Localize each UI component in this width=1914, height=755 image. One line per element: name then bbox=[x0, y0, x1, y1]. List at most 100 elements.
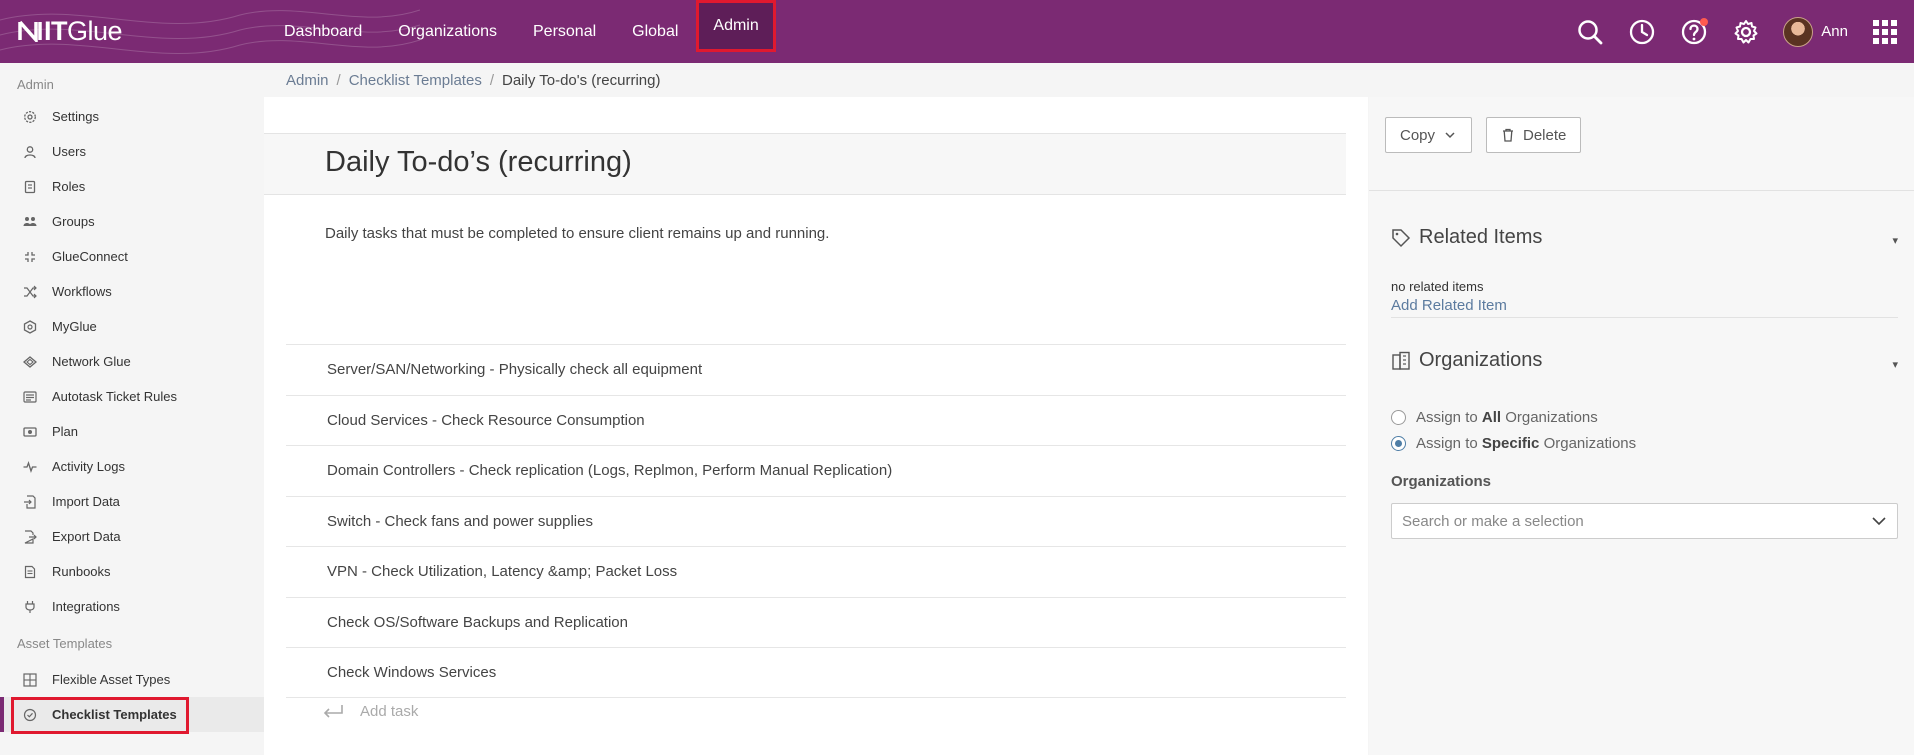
nav-organizations[interactable]: Organizations bbox=[380, 0, 515, 63]
sidebar: Admin Settings Users Roles Groups GlueCo… bbox=[0, 63, 264, 755]
notification-dot bbox=[1700, 17, 1709, 26]
sidebar-item-glueconnect[interactable]: GlueConnect bbox=[0, 239, 264, 274]
page-title[interactable]: Daily To-do’s (recurring) bbox=[325, 146, 632, 179]
sidebar-item-activity-logs[interactable]: Activity Logs bbox=[0, 449, 264, 484]
sidebar-item-label: Network Glue bbox=[52, 354, 131, 369]
breadcrumb-checklist-templates[interactable]: Checklist Templates bbox=[349, 72, 482, 89]
sidebar-item-network-glue[interactable]: Network Glue bbox=[0, 344, 264, 379]
radio-circle-checked[interactable] bbox=[1391, 436, 1406, 451]
sidebar-item-label: Users bbox=[52, 144, 86, 159]
sidebar-item-settings[interactable]: Settings bbox=[0, 99, 264, 134]
plug-icon bbox=[22, 599, 38, 615]
assign-all-label: Assign to All Organizations bbox=[1416, 409, 1598, 426]
user-icon bbox=[22, 144, 38, 160]
avatar bbox=[1783, 16, 1814, 47]
clock-icon[interactable] bbox=[1627, 17, 1657, 47]
top-navbar: IT Glue Dashboard Organizations Personal … bbox=[0, 0, 1914, 63]
sidebar-item-label: Roles bbox=[52, 179, 86, 194]
task-row[interactable]: Switch - Check fans and power supplies bbox=[286, 495, 1346, 547]
user-menu[interactable]: Ann bbox=[1783, 16, 1848, 47]
sidebar-item-flexible-asset-types[interactable]: Flexible Asset Types bbox=[0, 662, 264, 697]
help-icon[interactable] bbox=[1679, 17, 1709, 47]
sidebar-item-groups[interactable]: Groups bbox=[0, 204, 264, 239]
trash-icon bbox=[1503, 128, 1513, 142]
network-icon bbox=[22, 354, 38, 370]
export-icon bbox=[22, 529, 38, 545]
nav-global[interactable]: Global bbox=[614, 0, 696, 63]
search-icon[interactable] bbox=[1575, 17, 1605, 47]
sidebar-item-import-data[interactable]: Import Data bbox=[0, 484, 264, 519]
sidebar-heading-admin: Admin bbox=[17, 76, 54, 92]
settings-gear-icon[interactable] bbox=[1731, 17, 1761, 47]
sidebar-item-myglue[interactable]: MyGlue bbox=[0, 309, 264, 344]
apps-grid-icon[interactable] bbox=[1870, 17, 1900, 47]
organizations-collapse-caret-icon[interactable]: ▾ bbox=[1892, 358, 1898, 371]
title-bar: Daily To-do’s (recurring) bbox=[264, 133, 1346, 195]
money-icon bbox=[22, 424, 38, 440]
sidebar-item-label: Settings bbox=[52, 109, 99, 124]
assign-all-radio[interactable]: Assign to All Organizations bbox=[1391, 409, 1598, 426]
sidebar-item-label: MyGlue bbox=[52, 319, 97, 334]
assign-specific-bold: Specific bbox=[1481, 435, 1540, 452]
task-row[interactable]: Check OS/Software Backups and Replicatio… bbox=[286, 596, 1346, 648]
delete-button[interactable]: Delete bbox=[1486, 117, 1582, 153]
task-row[interactable]: Domain Controllers - Check replication (… bbox=[286, 445, 1346, 496]
sidebar-item-label: Activity Logs bbox=[52, 459, 125, 474]
logo-it: IT bbox=[44, 15, 68, 46]
grid-icon bbox=[22, 672, 38, 688]
sidebar-item-export-data[interactable]: Export Data bbox=[0, 519, 264, 554]
related-items-title: Related Items bbox=[1419, 226, 1543, 248]
divider bbox=[1369, 190, 1914, 191]
sidebar-item-label: Runbooks bbox=[52, 564, 111, 579]
organizations-select-placeholder: Search or make a selection bbox=[1402, 512, 1584, 530]
sidebar-item-runbooks[interactable]: Runbooks bbox=[0, 554, 264, 589]
organizations-heading: Organizations bbox=[1391, 349, 1542, 372]
checklist-description[interactable]: Daily tasks that must be completed to en… bbox=[325, 225, 829, 242]
sidebar-item-label: GlueConnect bbox=[52, 249, 128, 264]
hexagon-gear-icon bbox=[22, 319, 38, 335]
chevron-down-icon bbox=[1872, 517, 1886, 526]
sidebar-item-roles[interactable]: Roles bbox=[0, 169, 264, 204]
pulse-icon bbox=[22, 459, 38, 475]
related-collapse-caret-icon[interactable]: ▾ bbox=[1892, 234, 1898, 247]
connect-icon bbox=[22, 249, 38, 265]
add-task-button[interactable]: Add task bbox=[322, 703, 418, 720]
return-arrow-icon bbox=[323, 704, 343, 718]
task-row[interactable]: VPN - Check Utilization, Latency &amp; P… bbox=[286, 546, 1346, 597]
task-row[interactable]: Cloud Services - Check Resource Consumpt… bbox=[286, 394, 1346, 446]
no-related-items-text: no related items bbox=[1391, 279, 1484, 294]
organizations-select[interactable]: Search or make a selection bbox=[1391, 503, 1898, 539]
assign-specific-label: Assign to Specific Organizations bbox=[1416, 435, 1636, 452]
itglue-logo[interactable]: IT Glue bbox=[18, 15, 123, 46]
sidebar-item-autotask-ticket-rules[interactable]: Autotask Ticket Rules bbox=[0, 379, 264, 414]
nav-personal[interactable]: Personal bbox=[515, 0, 614, 63]
nav-admin[interactable]: Admin bbox=[696, 0, 776, 52]
sidebar-item-label: Import Data bbox=[52, 494, 120, 509]
assign-specific-pre: Assign to bbox=[1416, 435, 1482, 452]
sidebar-item-workflows[interactable]: Workflows bbox=[0, 274, 264, 309]
add-task-label: Add task bbox=[360, 703, 419, 720]
task-row[interactable]: Check Windows Services bbox=[286, 647, 1346, 698]
buildings-icon bbox=[1392, 351, 1410, 370]
sidebar-item-plan[interactable]: Plan bbox=[0, 414, 264, 449]
sidebar-item-label: Flexible Asset Types bbox=[52, 672, 171, 687]
sidebar-item-label: Autotask Ticket Rules bbox=[52, 389, 177, 404]
nav-dashboard[interactable]: Dashboard bbox=[266, 0, 380, 63]
copy-button[interactable]: Copy bbox=[1385, 117, 1473, 153]
divider bbox=[1391, 317, 1898, 318]
user-name: Ann bbox=[1821, 23, 1848, 40]
sidebar-item-users[interactable]: Users bbox=[0, 134, 264, 169]
add-related-item-link[interactable]: Add Related Item bbox=[1391, 297, 1507, 314]
sidebar-heading-asset-templates: Asset Templates bbox=[17, 635, 113, 651]
task-row[interactable]: Server/SAN/Networking - Physically check… bbox=[286, 344, 1346, 395]
sidebar-item-integrations[interactable]: Integrations bbox=[0, 589, 264, 624]
breadcrumb-separator: / bbox=[336, 72, 341, 89]
task-list: Server/SAN/Networking - Physically check… bbox=[286, 344, 1346, 698]
assign-specific-radio[interactable]: Assign to Specific Organizations bbox=[1391, 435, 1636, 452]
sidebar-item-checklist-templates[interactable]: Checklist Templates bbox=[0, 697, 264, 734]
radio-circle[interactable] bbox=[1391, 410, 1406, 425]
sidebar-item-label: Integrations bbox=[52, 599, 120, 614]
copy-label: Copy bbox=[1400, 126, 1436, 144]
users-icon bbox=[22, 214, 38, 230]
breadcrumb-admin[interactable]: Admin bbox=[286, 72, 329, 89]
